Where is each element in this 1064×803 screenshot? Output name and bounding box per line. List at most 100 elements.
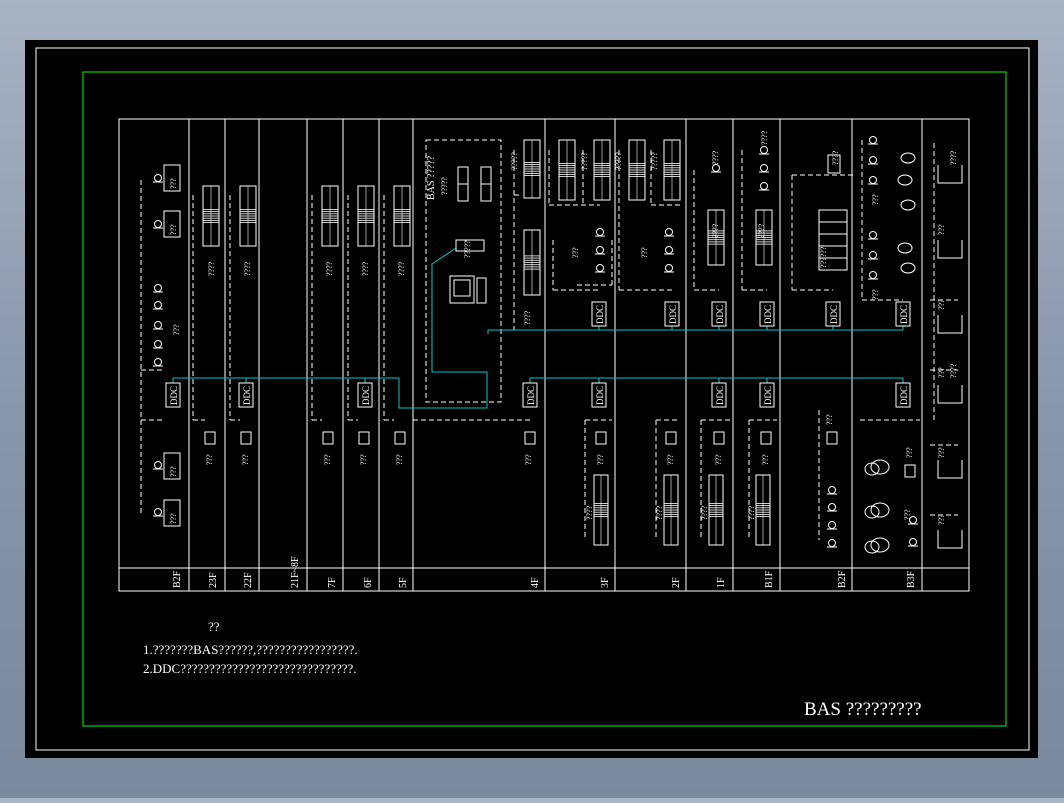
ddc-label: DDC xyxy=(829,305,839,324)
bas-station-label: BAS ????? xyxy=(426,155,437,200)
point-label: ??? xyxy=(571,247,580,258)
floor-label: 1F xyxy=(716,577,727,588)
point-label: ??? xyxy=(937,514,946,525)
point-label: ??? xyxy=(714,454,723,465)
ddc-controller: DDC xyxy=(591,301,607,327)
ddc-controller: DDC xyxy=(759,382,775,408)
drawing-title: BAS ????????? xyxy=(804,699,922,720)
point-label: ???? xyxy=(757,223,766,238)
point-label: ????? xyxy=(463,240,472,258)
point-label: ??? xyxy=(905,447,914,458)
ddc-controller: DDC xyxy=(895,301,911,327)
ddc-label: DDC xyxy=(899,386,909,405)
ddc-controller: DDC xyxy=(522,382,538,408)
point-label: ???? xyxy=(700,505,709,520)
point-label: ???? xyxy=(949,150,958,165)
point-label: ???? xyxy=(585,505,594,520)
point-label: ???? xyxy=(325,261,334,276)
ddc-controller: DDC xyxy=(711,301,727,327)
floor-label: B3F xyxy=(906,570,917,588)
floor-label: 4F xyxy=(530,577,541,588)
note-line-2: 2.DDC??????????????????????????????. xyxy=(143,661,357,676)
point-label: ??? xyxy=(761,454,770,465)
bas-system-drawing: B2F 23F 22F 21F~8F 7F 6F 5F 4F 3F 2F 1F B1F B2F B3F ?… xyxy=(25,40,1038,758)
ddc-label: DDC xyxy=(242,386,252,405)
point-label: ??? xyxy=(359,454,368,465)
sensor-label: ??? xyxy=(169,178,178,189)
point-label: ???? xyxy=(397,261,406,276)
point-label: ??? xyxy=(640,247,649,258)
sensor-label: ??? xyxy=(169,513,178,524)
point-label: ???? xyxy=(760,130,769,145)
point-label: ???? xyxy=(949,363,958,378)
floor-label: 6F xyxy=(363,577,374,588)
sensor-label: ??? xyxy=(169,224,178,235)
point-label: ???? xyxy=(711,223,720,238)
point-label: ???? xyxy=(361,261,370,276)
point-label: ??? xyxy=(937,299,946,310)
ddc-label: DDC xyxy=(361,386,371,405)
point-label: ????? xyxy=(510,152,519,170)
point-label: ??? xyxy=(241,454,250,465)
ddc-label: DDC xyxy=(715,305,725,324)
ddc-label: DDC xyxy=(595,386,605,405)
ddc-label: DDC xyxy=(763,386,773,405)
floor-label: 2F xyxy=(671,577,682,588)
point-label: ??? xyxy=(871,289,880,300)
ddc-label: DDC xyxy=(526,386,536,405)
ddc-label: DDC xyxy=(668,305,678,324)
point-label: ????? xyxy=(650,152,659,170)
ddc-label: DDC xyxy=(763,305,773,324)
floor-label: 21F~8F xyxy=(290,556,301,588)
point-label: ??? xyxy=(937,447,946,458)
note-line-1: 1.???????BAS??????,?????????????????. xyxy=(143,642,358,657)
ddc-controller: DDC xyxy=(711,382,727,408)
point-label: ??? xyxy=(937,367,946,378)
floor-label: 22F xyxy=(243,572,254,588)
point-label: ???? xyxy=(523,310,532,325)
ddc-controller: DDC xyxy=(591,382,607,408)
ddc-controller: DDC xyxy=(895,382,911,408)
point-label: ??? xyxy=(825,414,834,425)
point-label: ???? xyxy=(243,261,252,276)
floor-label: 23F xyxy=(208,572,219,588)
ddc-controller: DDC xyxy=(238,382,254,408)
point-label: ??? xyxy=(666,454,675,465)
point-label: ????? xyxy=(440,177,449,195)
floor-label: 5F xyxy=(398,577,409,588)
point-label: ????? xyxy=(614,152,623,170)
ddc-controller: DDC xyxy=(165,382,181,408)
point-label: ????? xyxy=(580,152,589,170)
point-label: ?????? xyxy=(819,246,828,268)
point-label: ??? xyxy=(524,454,533,465)
ddc-controller: DDC xyxy=(664,301,680,327)
point-label: ??? xyxy=(172,324,181,335)
point-label: ???? xyxy=(711,150,720,165)
ddc-label: DDC xyxy=(715,386,725,405)
ddc-label: DDC xyxy=(595,305,605,324)
ddc-label: DDC xyxy=(899,305,909,324)
sensor-label: ??? xyxy=(169,466,178,477)
point-label: ???? xyxy=(655,505,664,520)
ddc-controller: DDC xyxy=(759,301,775,327)
point-label: ???? xyxy=(747,505,756,520)
point-label: ??? xyxy=(205,454,214,465)
point-label: ???? xyxy=(831,150,840,165)
floor-label: B2F xyxy=(172,570,183,588)
cad-viewport[interactable]: B2F 23F 22F 21F~8F 7F 6F 5F 4F 3F 2F 1F B1F B2F B3F ?… xyxy=(0,0,1064,798)
point-label: ??? xyxy=(871,194,880,205)
floor-label: 7F xyxy=(327,577,338,588)
floor-label: 3F xyxy=(600,577,611,588)
ddc-controller: DDC xyxy=(357,382,373,408)
floor-label: B2F xyxy=(837,570,848,588)
ddc-label: DDC xyxy=(169,386,179,405)
point-label: ??? xyxy=(395,454,404,465)
point-label: ??? xyxy=(596,454,605,465)
ddc-controller: DDC xyxy=(825,301,841,327)
point-label: ???? xyxy=(207,261,216,276)
point-label: ??? xyxy=(903,509,912,520)
floor-label: B1F xyxy=(764,570,775,588)
point-label: ??? xyxy=(937,224,946,235)
point-label: ??? xyxy=(323,454,332,465)
notes-heading: ?? xyxy=(208,619,220,634)
